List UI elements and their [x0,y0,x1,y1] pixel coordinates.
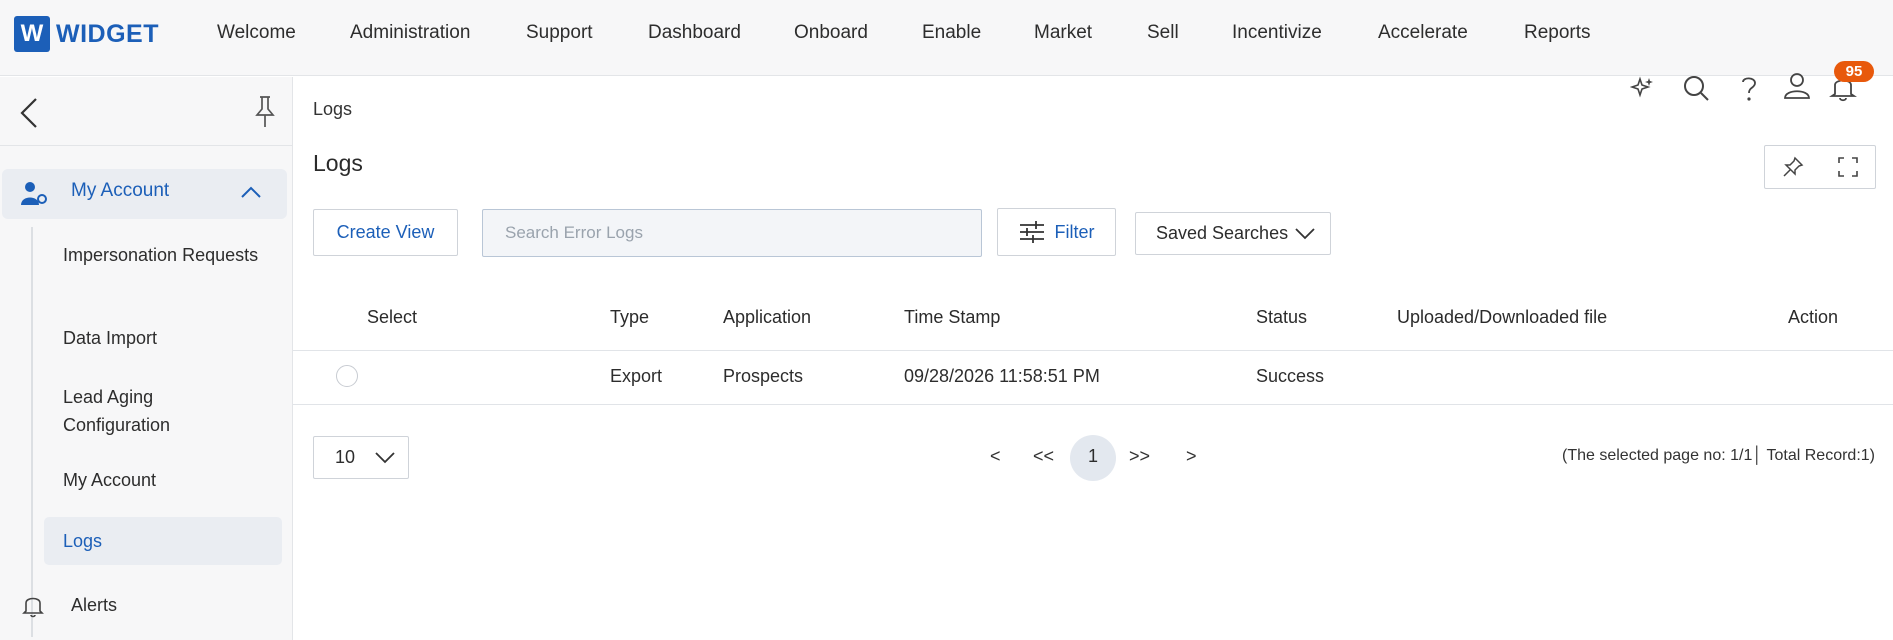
nav-item-administration[interactable]: Administration [350,22,470,44]
current-page-number[interactable]: 1 [1088,446,1098,467]
sidebar: My Account Impersonation Requests Data I… [0,77,293,640]
sidebar-group-label: My Account [71,180,170,201]
nav-item-accelerate[interactable]: Accelerate [1378,22,1468,44]
saved-searches-dropdown[interactable]: Saved Searches [1135,212,1331,255]
brand-logo[interactable]: W WIDGET [14,16,159,52]
logo-mark: W [14,16,50,52]
filter-sliders-icon [1019,221,1044,243]
pagination-summary: (The selected page no: 1/1│ Total Record… [1562,447,1875,464]
search-error-logs-input[interactable]: Search Error Logs [482,209,982,257]
alerts-bell-icon [22,597,44,618]
column-header-status[interactable]: Status [1256,307,1307,328]
ai-sparkle-icon[interactable] [1630,75,1656,101]
last-page-button[interactable]: >> [1129,446,1150,467]
nav-item-reports[interactable]: Reports [1524,22,1591,44]
chevron-up-icon[interactable] [240,185,262,199]
nav-item-enable[interactable]: Enable [922,22,981,44]
chevron-down-icon [1295,228,1315,240]
prev-page-button[interactable]: < [990,446,1001,467]
help-icon[interactable] [1737,73,1761,103]
view-actions-group [1764,145,1876,189]
column-header-type[interactable]: Type [610,307,649,328]
sidebar-header [0,77,292,146]
cell-application: Prospects [723,366,804,386]
nav-item-incentivize[interactable]: Incentivize [1232,22,1322,44]
top-navigation-bar: W WIDGET Welcome Administration Support … [0,0,1893,76]
sidebar-item-impersonation-requests[interactable]: Impersonation Requests [63,241,263,269]
sidebar-item-lead-aging-configuration[interactable]: Lead Aging Configuration [63,383,223,439]
page-size-value: 10 [335,447,356,467]
column-header-time-stamp[interactable]: Time Stamp [904,307,1000,328]
collapse-sidebar-chevron-left-icon[interactable] [18,97,40,129]
sidebar-item-my-account[interactable]: My Account [63,466,156,494]
next-page-button[interactable]: > [1186,446,1197,467]
column-header-uploaded-downloaded-file[interactable]: Uploaded/Downloaded file [1397,307,1607,328]
sidebar-item-logs[interactable]: Logs [63,527,102,555]
page-size-select[interactable]: 10 [313,436,409,479]
filter-button[interactable]: Filter [997,208,1116,256]
sidebar-tree-line [31,227,33,637]
pin-view-icon[interactable] [1782,156,1804,178]
row-select-radio[interactable] [336,365,358,387]
notification-count-badge: 95 [1834,61,1874,82]
nav-item-dashboard[interactable]: Dashboard [648,22,741,44]
fullscreen-icon[interactable] [1837,156,1859,178]
first-page-button[interactable]: << [1033,446,1054,467]
pin-sidebar-icon[interactable] [252,95,278,129]
nav-item-support[interactable]: Support [526,22,593,44]
column-header-select[interactable]: Select [367,307,417,328]
sidebar-item-data-import[interactable]: Data Import [63,324,157,352]
column-header-action[interactable]: Action [1788,307,1838,328]
saved-searches-label: Saved Searches [1156,223,1289,243]
page-title: Logs [313,150,363,176]
cell-type: Export [610,366,663,386]
breadcrumb[interactable]: Logs [313,99,352,120]
nav-item-onboard[interactable]: Onboard [794,22,868,44]
cell-status: Success [1256,366,1325,386]
search-icon[interactable] [1682,74,1710,102]
logo-text: WIDGET [56,19,159,48]
nav-item-market[interactable]: Market [1034,22,1092,44]
table-header-divider [293,350,1893,351]
user-profile-icon[interactable] [1782,70,1812,100]
sidebar-item-alerts[interactable]: Alerts [71,591,117,619]
chevron-down-icon [375,452,395,464]
cell-time-stamp: 09/28/2026 11:58:51 PM [904,366,1100,386]
create-view-button[interactable]: Create View [313,209,458,256]
account-settings-icon [21,182,47,205]
nav-item-welcome[interactable]: Welcome [217,22,296,44]
filter-label: Filter [1054,221,1095,242]
nav-item-sell[interactable]: Sell [1147,22,1179,44]
column-header-application[interactable]: Application [723,307,811,328]
table-row-divider [293,404,1893,405]
